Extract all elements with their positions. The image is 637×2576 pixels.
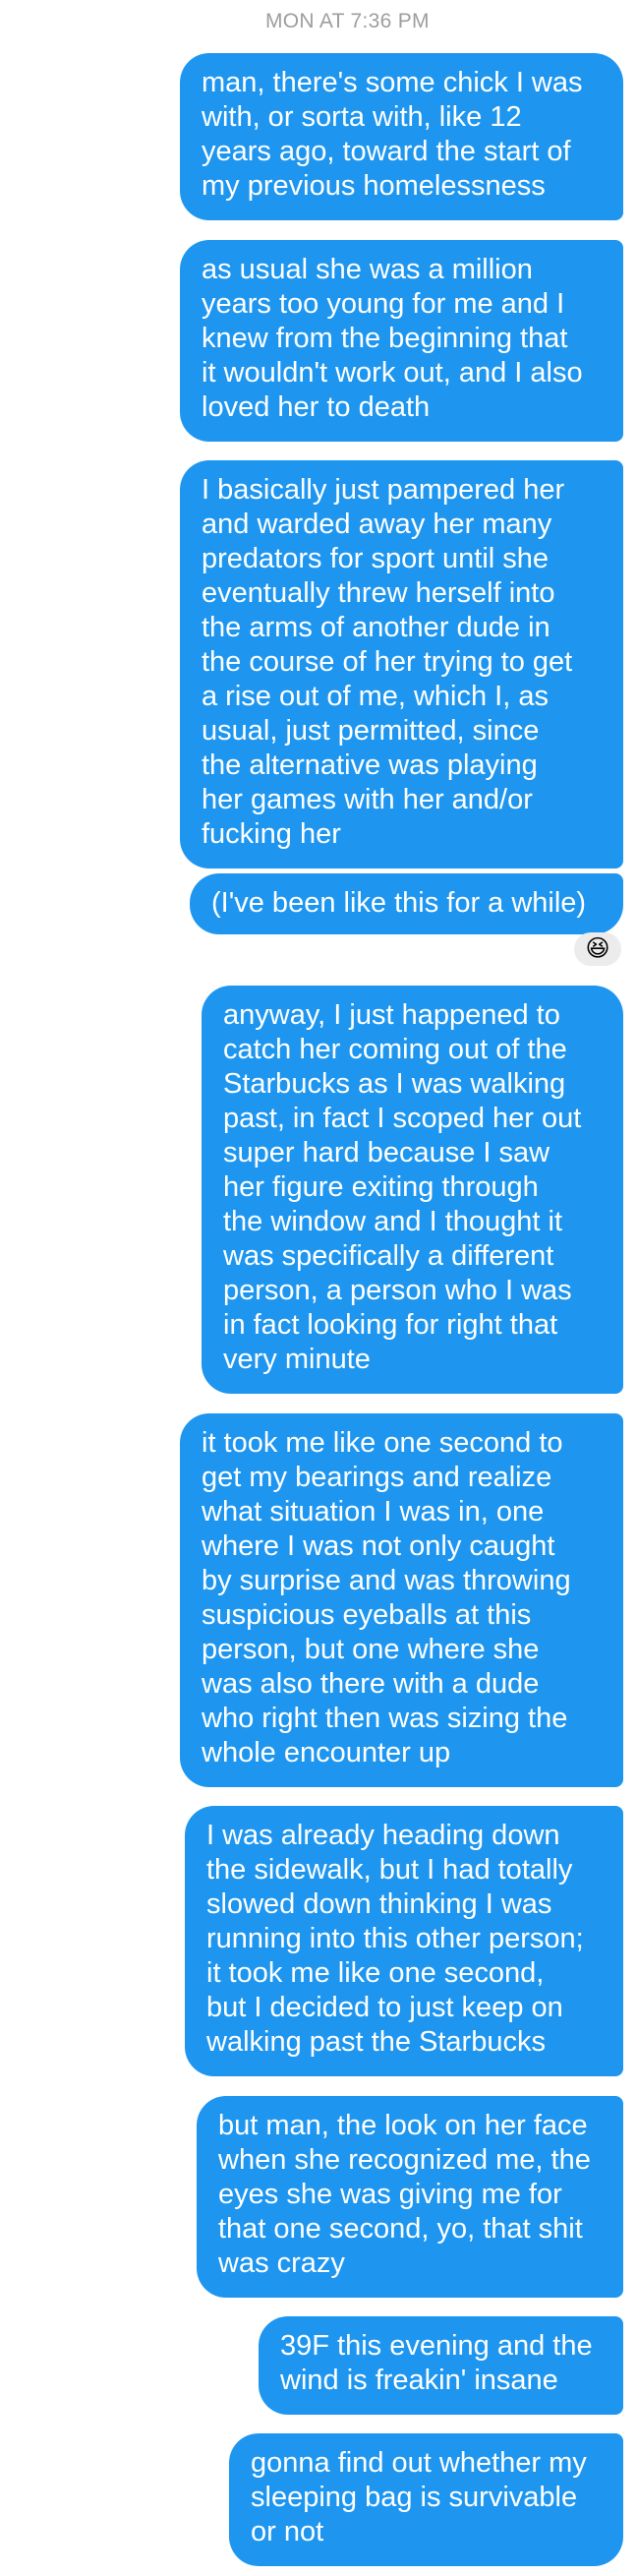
message-line: a rise out of me, which I, as	[202, 681, 549, 712]
message-line: whole encounter up	[202, 1737, 451, 1768]
message-line: knew from the beginning that	[202, 323, 568, 354]
message-line: when she recognized me, the	[218, 2144, 591, 2176]
message-line: by surprise and was throwing	[202, 1565, 571, 1596]
message-line: in fact looking for right that	[223, 1309, 558, 1341]
message-line: I basically just pampered her	[202, 474, 565, 506]
message-bubble[interactable]: anyway, I just happened to catch her com…	[202, 986, 623, 1394]
laughing-emoji-icon: 😆	[585, 935, 610, 962]
message-bubble[interactable]: as usual she was a million years too you…	[180, 240, 623, 442]
message-line: the window and I thought it	[223, 1206, 563, 1237]
message-line: years too young for me and I	[202, 288, 565, 320]
message-line: loved her to death	[202, 391, 431, 423]
message-bubble[interactable]: I basically just pampered her and warded…	[180, 460, 623, 869]
message-line: fucking her	[202, 818, 341, 850]
message-line: super hard because I saw	[223, 1137, 550, 1168]
message-line: my previous homelessness	[202, 170, 546, 202]
message-line: eyes she was giving me for	[218, 2179, 562, 2210]
message-line: it wouldn't work out, and I also	[202, 357, 583, 389]
message-line: who right then was sizing the	[202, 1703, 568, 1734]
message-bubble[interactable]: 39F this evening and the wind is freakin…	[259, 2316, 623, 2415]
message-line: catch her coming out of the	[223, 1034, 567, 1065]
message-line: walking past the Starbucks	[206, 2026, 546, 2058]
message-line: person, but one where she	[202, 1634, 540, 1665]
message-line: and warded away her many	[202, 509, 552, 540]
message-line: Starbucks as I was walking	[223, 1068, 566, 1100]
message-line: was specifically a different	[223, 1240, 554, 1272]
message-line: the arms of another dude in	[202, 612, 550, 643]
message-line: (I've been like this for a while)	[211, 887, 587, 919]
message-line: it took me like one second,	[206, 1957, 545, 1989]
message-line: her games with her and/or	[202, 784, 533, 815]
message-bubble[interactable]: (I've been like this for a while)	[190, 873, 623, 934]
message-line: the course of her trying to get	[202, 646, 573, 678]
laughing-emoji-reaction[interactable]: 😆	[574, 932, 621, 966]
message-bubble[interactable]: but man, the look on her face when she r…	[197, 2096, 623, 2298]
message-line: but man, the look on her face	[218, 2110, 588, 2141]
message-line: person, a person who I was	[223, 1275, 572, 1306]
conversation-timestamp: MON AT 7:36 PM	[265, 10, 430, 32]
message-bubble[interactable]: gonna find out whether my sleeping bag i…	[229, 2433, 623, 2566]
message-line: the alternative was playing	[202, 749, 538, 781]
message-bubble[interactable]: man, there's some chick I was with, or s…	[180, 53, 623, 220]
message-line: gonna find out whether my	[251, 2447, 587, 2479]
message-line: get my bearings and realize	[202, 1462, 552, 1493]
message-line: with, or sorta with, like 12	[202, 101, 522, 133]
message-bubble[interactable]: I was already heading down the sidewalk,…	[185, 1806, 623, 2076]
message-line: her figure exiting through	[223, 1171, 539, 1203]
message-line: the sidewalk, but I had totally	[206, 1854, 573, 1886]
message-bubble[interactable]: it took me like one second to get my bea…	[180, 1413, 623, 1787]
message-line: wind is freakin' insane	[280, 2365, 558, 2396]
message-line: eventually threw herself into	[202, 577, 555, 609]
message-line: where I was not only caught	[202, 1530, 555, 1562]
message-line: what situation I was in, one	[202, 1496, 545, 1528]
message-line: or not	[251, 2516, 324, 2547]
message-line: usual, just permitted, since	[202, 715, 540, 747]
message-line: was also there with a dude	[202, 1668, 540, 1700]
message-line: suspicious eyeballs at this	[202, 1599, 532, 1631]
message-line: sleeping bag is survivable	[251, 2482, 578, 2513]
message-line: it took me like one second to	[202, 1427, 563, 1459]
message-line: man, there's some chick I was	[202, 67, 583, 98]
message-line: but I decided to just keep on	[206, 1992, 563, 2023]
message-line: very minute	[223, 1344, 371, 1375]
message-line: I was already heading down	[206, 1820, 560, 1851]
message-line: 39F this evening and the	[280, 2330, 593, 2362]
message-line: predators for sport until she	[202, 543, 550, 574]
message-line: years ago, toward the start of	[202, 136, 571, 167]
message-line: was crazy	[218, 2247, 345, 2279]
message-line: anyway, I just happened to	[223, 999, 560, 1031]
message-line: that one second, yo, that shit	[218, 2213, 583, 2245]
message-line: past, in fact I scoped her out	[223, 1103, 582, 1134]
message-line: as usual she was a million	[202, 254, 533, 285]
message-line: running into this other person;	[206, 1923, 584, 1954]
message-line: slowed down thinking I was	[206, 1888, 552, 1920]
